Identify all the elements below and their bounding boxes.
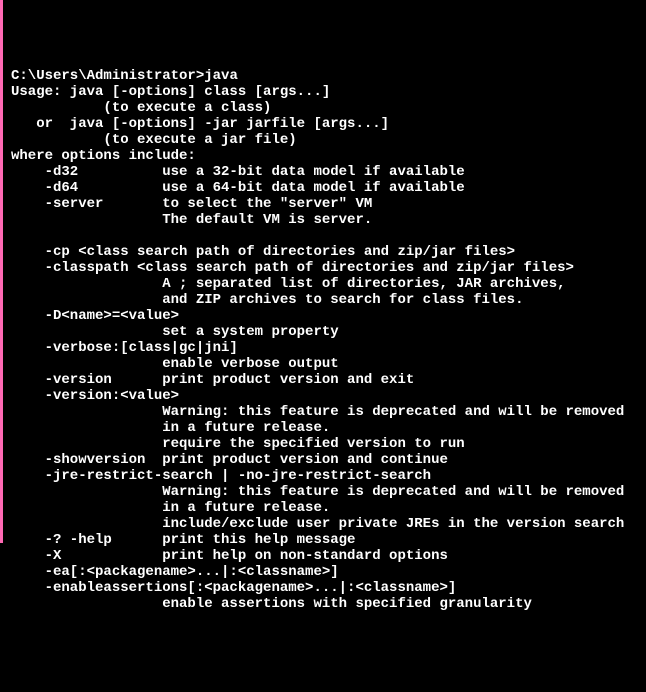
output-line: include/exclude user private JREs in the… bbox=[11, 516, 624, 532]
command-input: java bbox=[204, 68, 238, 84]
output-line: in a future release. bbox=[11, 500, 330, 516]
output-line: -server to select the "server" VM bbox=[11, 196, 372, 212]
output-line: Usage: java [-options] class [args...] bbox=[11, 84, 330, 100]
output-line: Warning: this feature is deprecated and … bbox=[11, 484, 624, 500]
output-line: -classpath <class search path of directo… bbox=[11, 260, 574, 276]
output-line: where options include: bbox=[11, 148, 196, 164]
output-line: -ea[:<packagename>...|:<classname>] bbox=[11, 564, 339, 580]
output-line: and ZIP archives to search for class fil… bbox=[11, 292, 523, 308]
output-line: (to execute a class) bbox=[11, 100, 271, 116]
output-line: -jre-restrict-search | -no-jre-restrict-… bbox=[11, 468, 431, 484]
output-line: set a system property bbox=[11, 324, 339, 340]
output-line: enable assertions with specified granula… bbox=[11, 596, 532, 612]
output-line: The default VM is server. bbox=[11, 212, 372, 228]
output-line: -version:<value> bbox=[11, 388, 179, 404]
output-line: -verbose:[class|gc|jni] bbox=[11, 340, 238, 356]
output-line: -enableassertions[:<packagename>...|:<cl… bbox=[11, 580, 456, 596]
output-line: (to execute a jar file) bbox=[11, 132, 297, 148]
output-line: require the specified version to run bbox=[11, 436, 465, 452]
output-line: A ; separated list of directories, JAR a… bbox=[11, 276, 566, 292]
output-line: -X print help on non-standard options bbox=[11, 548, 448, 564]
output-line: -d64 use a 64-bit data model if availabl… bbox=[11, 180, 465, 196]
output-line: -? -help print this help message bbox=[11, 532, 355, 548]
terminal-window[interactable]: C:\Users\Administrator>java Usage: java … bbox=[11, 68, 638, 612]
output-line: -cp <class search path of directories an… bbox=[11, 244, 515, 260]
output-line: or java [-options] -jar jarfile [args...… bbox=[11, 116, 389, 132]
output-line: in a future release. bbox=[11, 420, 330, 436]
output-line: enable verbose output bbox=[11, 356, 339, 372]
output-line: -d32 use a 32-bit data model if availabl… bbox=[11, 164, 465, 180]
command-prompt: C:\Users\Administrator> bbox=[11, 68, 204, 84]
output-line: Warning: this feature is deprecated and … bbox=[11, 404, 624, 420]
output-line: -showversion print product version and c… bbox=[11, 452, 448, 468]
output-line: -D<name>=<value> bbox=[11, 308, 179, 324]
output-line: -version print product version and exit bbox=[11, 372, 414, 388]
